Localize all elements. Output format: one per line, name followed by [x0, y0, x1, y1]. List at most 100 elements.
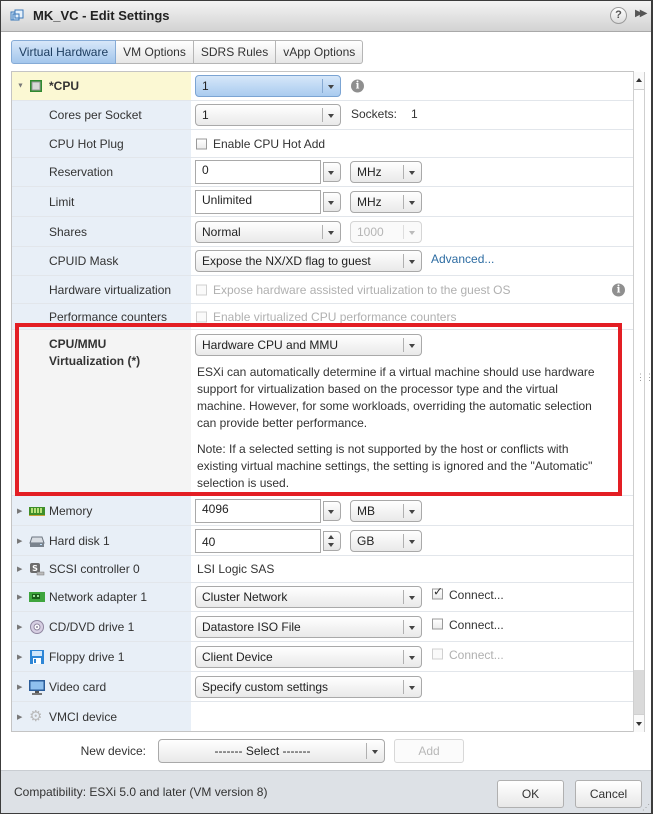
- cpu-row[interactable]: ▼ *CPU 1 i: [12, 72, 633, 101]
- expand-arrow-icon[interactable]: ▶: [17, 507, 22, 515]
- reservation-input[interactable]: 0: [195, 160, 321, 184]
- scsi-controller-type: LSI Logic SAS: [197, 562, 275, 576]
- memory-value: 4096: [202, 501, 229, 516]
- help-icon[interactable]: ?: [610, 7, 627, 24]
- tab-vapp-options[interactable]: vApp Options: [276, 40, 364, 64]
- cd-dvd-select[interactable]: Datastore ISO File: [195, 615, 422, 638]
- info-icon[interactable]: i: [351, 79, 364, 93]
- limit-dropdown-button[interactable]: [323, 191, 341, 212]
- memory-input[interactable]: 4096: [195, 498, 321, 523]
- perf-counters-checkbox[interactable]: [196, 311, 207, 322]
- video-card-select[interactable]: Specify custom settings: [195, 675, 422, 698]
- new-device-value: ------- Select -------: [214, 744, 311, 758]
- cd-dvd-connect-checkbox[interactable]: [432, 618, 443, 630]
- cancel-button[interactable]: Cancel: [575, 780, 642, 808]
- resize-handle-icon[interactable]: ⋰: [642, 803, 650, 812]
- cpu-mmu-virtualization-value: Hardware CPU and MMU: [202, 338, 339, 352]
- info-icon[interactable]: i: [612, 283, 625, 296]
- network-connect-checkbox[interactable]: [432, 585, 443, 600]
- sockets-label: Sockets:: [351, 107, 398, 121]
- scroll-up-button[interactable]: [634, 72, 644, 90]
- ok-button[interactable]: OK: [497, 780, 564, 808]
- network-adapter-label: Network adapter 1: [49, 590, 148, 604]
- limit-input[interactable]: Unlimited: [195, 189, 321, 214]
- cpu-hot-add-checkbox[interactable]: [196, 138, 207, 149]
- video-card-value: Specify custom settings: [202, 679, 329, 694]
- network-select[interactable]: Cluster Network: [195, 586, 422, 608]
- hw-virtualization-checkbox[interactable]: [196, 284, 207, 295]
- cpu-mmu-virtualization-label: CPU/MMU Virtualization (*): [49, 336, 140, 370]
- vertical-scrollbar[interactable]: ⋮⋮: [633, 72, 653, 732]
- cpu-hot-plug-row: CPU Hot Plug Enable CPU Hot Add: [12, 130, 633, 158]
- floppy-connect-checkbox[interactable]: [432, 648, 443, 660]
- tab-sdrs-rules[interactable]: SDRS Rules: [193, 40, 277, 64]
- expand-arrow-icon[interactable]: ▶: [17, 713, 22, 721]
- memory-combo[interactable]: 4096: [195, 498, 341, 523]
- spinner-buttons[interactable]: [323, 530, 341, 551]
- double-chevron-right-icon[interactable]: ▶▶: [635, 8, 648, 19]
- memory-dropdown-button[interactable]: [323, 500, 341, 521]
- cores-per-socket-value: 1: [202, 108, 209, 122]
- svg-text:S: S: [32, 564, 38, 573]
- floppy-select[interactable]: Client Device: [195, 645, 422, 668]
- shares-amount-select: 1000: [350, 220, 422, 243]
- shares-select[interactable]: Normal: [195, 220, 341, 243]
- cpu-count-select[interactable]: 1: [195, 75, 341, 97]
- add-device-button[interactable]: Add: [394, 739, 464, 763]
- cpuid-mask-value: Expose the NX/XD flag to guest: [202, 254, 371, 268]
- new-device-select[interactable]: ------- Select -------: [158, 739, 385, 763]
- hard-disk-unit-select[interactable]: GB: [350, 529, 422, 552]
- video-card-label: Video card: [49, 679, 107, 694]
- scsi-controller-icon: S: [29, 562, 45, 576]
- memory-unit-select[interactable]: MB: [350, 499, 422, 522]
- floppy-value: Client Device: [202, 649, 273, 664]
- cpu-mmu-description: ESXi can automatically determine if a vi…: [197, 364, 595, 501]
- hard-disk-size-spinner[interactable]: 40: [195, 528, 341, 553]
- video-card-icon: [29, 679, 45, 695]
- network-connect-label[interactable]: Connect...: [449, 588, 504, 602]
- limit-unit-select[interactable]: MHz: [350, 190, 422, 213]
- dialog-title: MK_VC - Edit Settings: [33, 8, 170, 23]
- expand-arrow-icon[interactable]: ▶: [17, 593, 22, 601]
- advanced-link[interactable]: Advanced...: [431, 252, 494, 266]
- cd-dvd-value: Datastore ISO File: [202, 619, 301, 634]
- limit-combo[interactable]: Unlimited: [195, 189, 341, 214]
- title-bar: MK_VC - Edit Settings ? ▶▶: [1, 1, 651, 32]
- chevron-down-icon: [328, 200, 334, 205]
- reservation-dropdown-button[interactable]: [323, 162, 341, 182]
- description-text: ESXi can automatically determine if a vi…: [197, 365, 595, 430]
- cpuid-mask-select[interactable]: Expose the NX/XD flag to guest: [195, 250, 422, 272]
- spinner-up-icon[interactable]: [328, 534, 334, 539]
- resize-grip-icon[interactable]: ⋮⋮: [636, 373, 653, 382]
- floppy-label: Floppy drive 1: [49, 649, 125, 664]
- cpu-icon: [29, 79, 45, 93]
- expand-arrow-icon[interactable]: ▶: [17, 623, 22, 631]
- scsi-controller-row: ▶ S SCSI controller 0 LSI Logic SAS: [12, 556, 633, 583]
- cpu-mmu-virtualization-select[interactable]: Hardware CPU and MMU: [195, 334, 422, 356]
- tab-virtual-hardware[interactable]: Virtual Hardware: [11, 40, 117, 64]
- chevron-down-icon: [328, 85, 334, 89]
- performance-counters-label: Performance counters: [49, 309, 168, 324]
- memory-unit: MB: [357, 503, 375, 518]
- tab-vm-options[interactable]: VM Options: [116, 40, 194, 64]
- reservation-combo[interactable]: 0: [195, 160, 341, 184]
- cpu-hot-add-label[interactable]: Enable CPU Hot Add: [213, 137, 325, 151]
- chevron-down-icon: [409, 200, 415, 205]
- note-text: Note: If a selected setting is not suppo…: [197, 442, 593, 490]
- spinner-down-icon[interactable]: [328, 542, 334, 547]
- expand-arrow-icon[interactable]: ▶: [17, 565, 22, 573]
- scrollbar-thumb[interactable]: [634, 670, 644, 714]
- expand-arrow-icon[interactable]: ▶: [17, 537, 22, 545]
- cores-per-socket-select[interactable]: 1: [195, 104, 341, 126]
- cpu-mmu-virtualization-row: CPU/MMU Virtualization (*) Hardware CPU …: [12, 330, 633, 496]
- expand-arrow-icon[interactable]: ▶: [17, 683, 22, 691]
- expand-arrow-icon[interactable]: ▶: [17, 653, 22, 661]
- reservation-unit-select[interactable]: MHz: [350, 161, 422, 183]
- collapse-arrow-icon[interactable]: ▼: [17, 83, 24, 90]
- edit-settings-dialog: MK_VC - Edit Settings ? ▶▶ Virtual Hardw…: [0, 0, 653, 814]
- cd-dvd-connect-label[interactable]: Connect...: [449, 618, 504, 632]
- hard-disk-icon: [29, 534, 45, 548]
- arrow-down-icon: [636, 722, 642, 726]
- scroll-down-button[interactable]: [634, 714, 644, 732]
- hard-disk-size-input[interactable]: 40: [195, 528, 321, 553]
